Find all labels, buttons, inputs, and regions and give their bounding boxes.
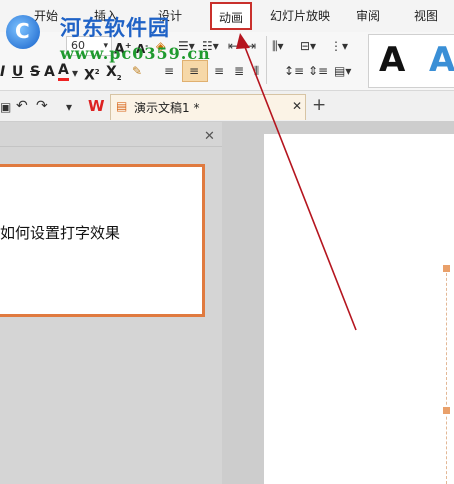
annotation-arrow xyxy=(236,33,357,331)
